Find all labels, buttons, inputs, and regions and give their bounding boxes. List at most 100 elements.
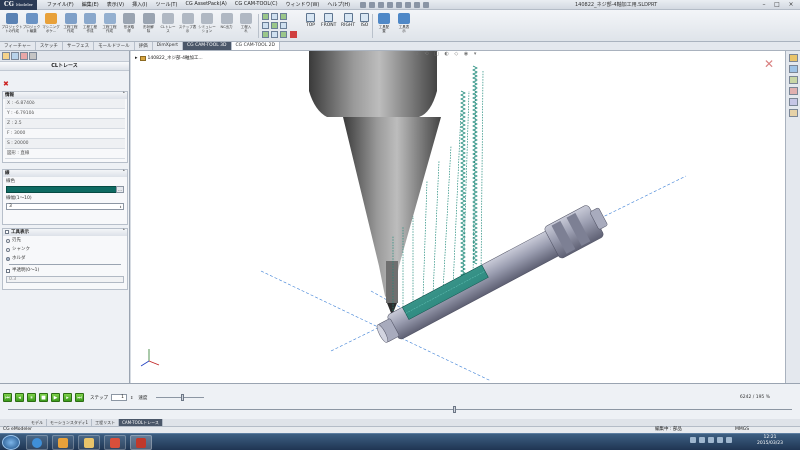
ribbon-button-5[interactable]: 工程工程 作成 bbox=[101, 13, 119, 33]
ribbon-button-7[interactable]: 形状解 除 bbox=[140, 13, 158, 33]
ribbon-button-10[interactable]: シミュレー ション bbox=[198, 13, 216, 33]
view-top-button[interactable]: TOP bbox=[306, 13, 315, 28]
last-step-icon[interactable]: ⏭ bbox=[75, 393, 84, 402]
menu-item-4[interactable]: ツール(T) bbox=[151, 1, 181, 8]
maximize-button[interactable]: □ bbox=[771, 0, 783, 9]
ribbon-button-2[interactable]: マシニング ポケ... bbox=[42, 13, 60, 33]
prev-step-icon[interactable]: ◂ bbox=[15, 393, 24, 402]
undo-icon[interactable] bbox=[396, 1, 403, 8]
delete-view-icon[interactable] bbox=[290, 31, 297, 38]
menu-item-1[interactable]: 編集(E) bbox=[78, 1, 103, 8]
line-color-picker[interactable]: … bbox=[6, 186, 124, 193]
line-group-header[interactable]: 線 ˄ bbox=[3, 170, 127, 177]
dimxpert-icon[interactable] bbox=[29, 52, 37, 60]
feature-tree-icon[interactable] bbox=[2, 52, 10, 60]
tab-7[interactable]: CG CAM-TOOL 2D bbox=[231, 42, 280, 50]
select-icon[interactable] bbox=[405, 1, 412, 8]
menu-item-8[interactable]: ヘルプ(H) bbox=[323, 1, 354, 8]
stop-icon[interactable]: ■ bbox=[39, 393, 48, 402]
radio-holder[interactable] bbox=[6, 256, 10, 261]
custom-properties-icon[interactable] bbox=[789, 109, 798, 117]
view-tool-icon[interactable] bbox=[262, 22, 269, 29]
view-right-button[interactable]: RIGHT bbox=[341, 13, 355, 28]
taskbar-explorer[interactable] bbox=[78, 435, 100, 450]
option-shank[interactable]: シャンク bbox=[3, 245, 127, 254]
menu-item-7[interactable]: ウィンドウ(W) bbox=[282, 1, 324, 8]
taskbar-ie[interactable] bbox=[26, 435, 48, 450]
print-icon[interactable] bbox=[387, 1, 394, 8]
transparency-checkbox[interactable] bbox=[6, 268, 10, 273]
view-toolbar[interactable]: ⌕ ⟲ ◫ ◐ ◇ ◉ ▾ bbox=[416, 51, 478, 57]
bottom-tab-3[interactable]: CAM-TOOLトレース bbox=[119, 419, 163, 426]
step-input[interactable]: 1 bbox=[111, 394, 127, 401]
tab-4[interactable]: 評価 bbox=[135, 42, 153, 50]
model-scene[interactable] bbox=[131, 51, 785, 383]
input-method-icon[interactable] bbox=[717, 437, 723, 443]
tool-display-header[interactable]: 工具表示 ˄ bbox=[3, 229, 127, 236]
app-logo[interactable]: CG Modeler bbox=[0, 0, 37, 10]
volume-icon[interactable] bbox=[699, 437, 705, 443]
bottom-tab-0[interactable]: モデル bbox=[28, 419, 47, 426]
view-tool-icon[interactable] bbox=[271, 31, 278, 38]
resources-icon[interactable] bbox=[789, 54, 798, 62]
tab-1[interactable]: スケッチ bbox=[36, 42, 63, 50]
view-palette-icon[interactable] bbox=[789, 87, 798, 95]
play-icon[interactable]: ▶ bbox=[51, 393, 60, 402]
ribbon-button-4[interactable]: 工程工程 作成 bbox=[81, 13, 99, 33]
ribbon-button-12[interactable]: 工程入 れ bbox=[237, 13, 255, 33]
pause-icon[interactable]: ⏸ bbox=[27, 393, 36, 402]
options-icon[interactable] bbox=[423, 1, 430, 8]
view-tool-icon[interactable] bbox=[280, 22, 287, 29]
close-icon[interactable]: ✕ bbox=[764, 57, 774, 71]
tool-display-checkbox[interactable] bbox=[5, 229, 9, 234]
appearances-icon[interactable] bbox=[789, 98, 798, 106]
bottom-tab-1[interactable]: モーションスタディ1 bbox=[47, 419, 93, 426]
menu-item-6[interactable]: CG CAM-TOOL(C) bbox=[231, 1, 282, 8]
line-width-input[interactable]: 3 ⇕ bbox=[6, 203, 124, 210]
ribbon-button-6[interactable]: 形状取 得 bbox=[120, 13, 138, 33]
next-step-icon[interactable]: ▸ bbox=[63, 393, 72, 402]
open-icon[interactable] bbox=[369, 1, 376, 8]
collapse-icon[interactable]: ˄ bbox=[123, 170, 126, 177]
ribbon-button-11[interactable]: NC出力 bbox=[218, 13, 236, 29]
option-holder[interactable]: ホルダ bbox=[3, 254, 127, 263]
taskbar-solidworks[interactable] bbox=[130, 435, 152, 450]
tab-2[interactable]: サーフェス bbox=[63, 42, 95, 50]
system-clock[interactable]: 12:21 2015/03/23 bbox=[745, 435, 795, 447]
collapse-icon[interactable]: ˄ bbox=[123, 92, 126, 99]
tab-3[interactable]: モールドツール bbox=[94, 42, 135, 50]
start-button[interactable] bbox=[2, 435, 20, 450]
view-front-button[interactable]: FRONT bbox=[321, 13, 336, 28]
ribbon-button-3[interactable]: 工程工程 作成 bbox=[62, 13, 80, 33]
view-tool-icon[interactable] bbox=[271, 13, 278, 20]
ribbon-tool-button-0[interactable]: 工具配 置 bbox=[375, 13, 393, 33]
info-group-header[interactable]: 情報 ˄ bbox=[3, 92, 127, 99]
new-icon[interactable] bbox=[360, 1, 367, 8]
radio-shank[interactable] bbox=[6, 247, 10, 252]
view-tool-icon[interactable] bbox=[262, 13, 269, 20]
view-tool-icon[interactable] bbox=[262, 31, 269, 38]
chevron-down-icon[interactable]: … bbox=[116, 186, 124, 193]
view-tool-icon[interactable] bbox=[280, 31, 287, 38]
file-explorer-icon[interactable] bbox=[789, 76, 798, 84]
graphics-viewport[interactable]: ▸ 140822_ネジ部-4軸加工... ⌕ ⟲ ◫ ◐ ◇ ◉ ▾ ✕ bbox=[131, 51, 785, 383]
ribbon-tool-button-1[interactable]: 工具表 示 bbox=[395, 13, 413, 33]
timeline-thumb[interactable] bbox=[453, 406, 457, 413]
tab-6[interactable]: CG CAM-TOOL 3D bbox=[183, 42, 232, 50]
ribbon-button-8[interactable]: CLトレー ス bbox=[159, 13, 177, 33]
option-tip[interactable]: 刃先 bbox=[3, 236, 127, 245]
close-icon[interactable]: ✖ bbox=[3, 80, 9, 88]
ribbon-button-9[interactable]: ステップ表 示 bbox=[179, 13, 197, 33]
design-library-icon[interactable] bbox=[789, 65, 798, 73]
close-window-button[interactable]: × bbox=[785, 0, 797, 9]
property-manager-icon[interactable] bbox=[11, 52, 19, 60]
speed-slider[interactable] bbox=[156, 394, 205, 401]
expand-icon[interactable]: ▸ bbox=[135, 55, 138, 61]
network-icon[interactable] bbox=[690, 437, 696, 443]
menu-item-0[interactable]: ファイル(F) bbox=[43, 1, 78, 8]
taskbar-media[interactable] bbox=[104, 435, 126, 450]
flag-icon[interactable] bbox=[708, 437, 714, 443]
ribbon-button-1[interactable]: プロジェク ト編集 bbox=[23, 13, 41, 33]
feature-tree-root[interactable]: ▸ 140822_ネジ部-4軸加工... bbox=[135, 55, 203, 61]
step-spinner-icon[interactable]: ⇕ bbox=[130, 395, 133, 400]
